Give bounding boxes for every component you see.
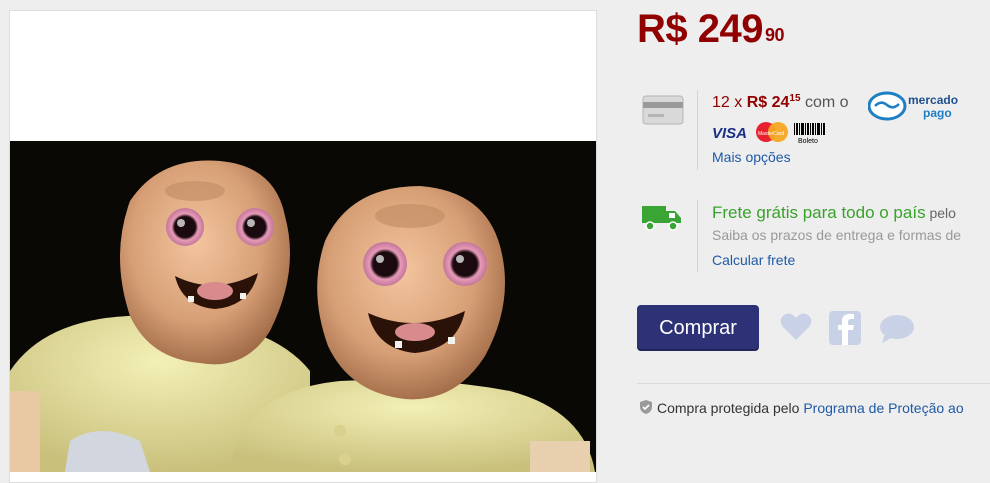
installments-text: 12 x R$ 2415 com o (712, 93, 849, 112)
product-price: R$ 249 90 (637, 4, 785, 54)
shipping-divider (697, 200, 698, 272)
truck-icon (641, 203, 683, 238)
purchase-protection: Compra protegida pelo Programa de Proteç… (638, 399, 964, 416)
protection-program-link[interactable]: Programa de Proteção ao (803, 400, 963, 416)
boleto-logo: Boleto (794, 123, 825, 145)
shipping-subtitle: Saiba os prazos de entrega e formas de (712, 227, 962, 243)
mp-line2: pago (923, 106, 952, 120)
heart-icon[interactable] (780, 312, 812, 347)
calculate-shipping-link[interactable]: Calcular frete (712, 252, 795, 268)
svg-text:Boleto: Boleto (798, 138, 818, 145)
mercado-pago-logo: mercado pago (867, 90, 978, 129)
installment-with-text: com o (800, 94, 849, 111)
product-photo[interactable] (10, 141, 596, 472)
payment-divider (697, 90, 698, 170)
free-shipping-title: Frete grátis para todo o país pelo (712, 203, 956, 223)
visa-logo: VISA (712, 125, 747, 142)
free-shipping-suffix: pelo (925, 205, 956, 221)
protection-text: Compra protegida pelo (657, 400, 804, 416)
credit-card-icon (642, 95, 684, 130)
facebook-icon[interactable] (829, 311, 861, 350)
installment-cents: 15 (789, 93, 801, 104)
svg-text:MasterCard: MasterCard (758, 131, 784, 137)
more-payment-options-link[interactable]: Mais opções (712, 149, 791, 165)
installment-value: R$ 24 (746, 94, 790, 111)
buy-button[interactable]: Comprar (637, 305, 759, 351)
mp-line1: mercado (908, 93, 958, 107)
product-image-panel (9, 10, 597, 483)
section-separator (637, 383, 990, 384)
shield-check-icon (640, 400, 652, 414)
image-bottom-strip (10, 472, 596, 482)
price-cents: 90 (764, 25, 785, 45)
payment-methods: VISA MasterCard Boleto (712, 121, 832, 150)
free-shipping-text: Frete grátis para todo o país (712, 203, 926, 222)
mastercard-logo: MasterCard (756, 122, 788, 142)
installments-count: 12 x (712, 94, 747, 111)
price-whole: R$ 249 (637, 7, 763, 51)
chat-bubble-icon[interactable] (879, 314, 915, 349)
dinosaur-dolls-photo (10, 141, 596, 472)
